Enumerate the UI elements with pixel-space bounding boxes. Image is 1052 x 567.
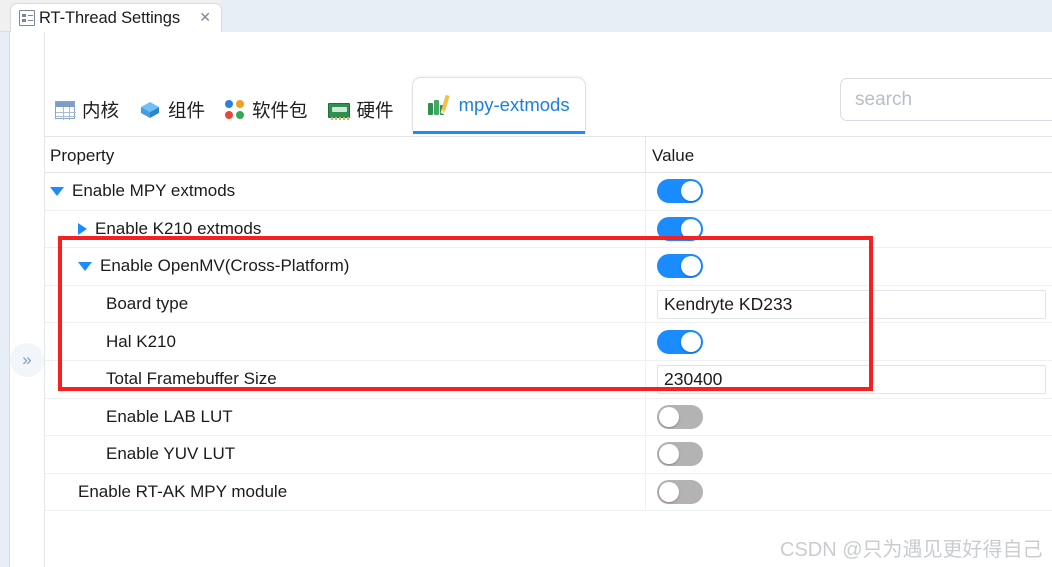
table-row[interactable]: Enable MPY extmods [45, 173, 1052, 211]
value-input[interactable]: 230400 [657, 364, 1046, 394]
editor-tab-strip: RT-Thread Settings ✕ [0, 0, 1052, 32]
collapsed-sidebar-rail [0, 32, 10, 567]
table-header: Property Value [45, 136, 1052, 174]
property-label: Total Framebuffer Size [106, 369, 277, 389]
property-label: Hal K210 [106, 331, 176, 351]
cube-icon [139, 100, 161, 120]
table-row[interactable]: Enable LAB LUT [45, 398, 1052, 437]
toggle-switch[interactable] [657, 179, 703, 204]
value-cell [646, 323, 1052, 360]
property-cell: Total Framebuffer Size [45, 361, 645, 398]
toggle-switch[interactable] [657, 216, 703, 241]
toggle-switch[interactable] [657, 254, 703, 279]
table-body: Enable MPY extmods Enable K210 extmods Ena… [45, 173, 1052, 512]
value-cell [646, 211, 1052, 248]
chevron-right-icon[interactable] [78, 222, 87, 235]
search-box[interactable] [840, 78, 1052, 121]
editor-tab-rt-thread-settings[interactable]: RT-Thread Settings ✕ [10, 3, 222, 32]
property-label: Enable LAB LUT [106, 406, 233, 426]
table-row[interactable]: Board type Kendryte KD233 [45, 285, 1052, 324]
chevron-down-icon[interactable] [50, 186, 64, 196]
watermark: CSDN @只为遇见更好得自己 [780, 539, 1043, 561]
property-cell: Board type [45, 286, 645, 323]
table-row[interactable]: Enable YUV LUT [45, 436, 1052, 474]
toggle-knob [681, 256, 701, 277]
category-tabs: 内核 组件 软件包 硬件 mpy-extmods [45, 77, 586, 134]
tab-hardware-label: 硬件 [356, 100, 394, 121]
toggle-switch[interactable] [657, 442, 703, 467]
property-cell: Hal K210 [45, 323, 645, 360]
tab-packages-label: 软件包 [252, 100, 308, 121]
property-cell: Enable MPY extmods [45, 173, 645, 210]
toggle-switch[interactable] [657, 329, 703, 354]
property-label: Enable YUV LUT [106, 444, 236, 464]
close-icon[interactable]: ✕ [197, 10, 213, 26]
toggle-knob [659, 406, 679, 427]
property-cell: Enable RT-AK MPY module [45, 474, 645, 511]
grid-icon [55, 101, 76, 120]
property-label: Enable K210 extmods [95, 218, 262, 238]
toggle-switch[interactable] [657, 404, 703, 429]
tab-hardware[interactable]: 硬件 [318, 88, 404, 132]
column-header-property: Property [50, 145, 115, 165]
value-cell [646, 474, 1052, 511]
value-cell [646, 436, 1052, 473]
value-cell: Kendryte KD233 [646, 286, 1052, 323]
property-label: Enable RT-AK MPY module [78, 482, 288, 502]
toggle-knob [659, 482, 679, 503]
expand-sidebar-icon[interactable]: » [10, 343, 44, 377]
property-cell: Enable OpenMV(Cross-Platform) [45, 248, 645, 285]
value-cell [646, 399, 1052, 436]
table-row[interactable]: Hal K210 [45, 323, 1052, 361]
property-label: Board type [106, 294, 189, 314]
value-input[interactable]: Kendryte KD233 [657, 289, 1046, 319]
tab-kernel[interactable]: 内核 [45, 88, 129, 132]
tab-mpy-extmods-label: mpy-extmods [458, 94, 570, 115]
toggle-knob [659, 444, 679, 465]
property-cell: Enable K210 extmods [45, 211, 645, 248]
property-cell: Enable YUV LUT [45, 436, 645, 473]
table-row[interactable]: Total Framebuffer Size 230400 [45, 360, 1052, 399]
toggle-knob [681, 331, 701, 352]
search-input[interactable] [855, 88, 1052, 111]
property-label: Enable OpenMV(Cross-Platform) [100, 256, 350, 276]
property-cell: Enable LAB LUT [45, 399, 645, 436]
table-row[interactable]: Enable K210 extmods [45, 210, 1052, 249]
tab-components[interactable]: 组件 [129, 88, 215, 132]
tab-mpy-extmods[interactable]: mpy-extmods [411, 77, 586, 134]
dots-icon [225, 100, 245, 120]
value-cell [646, 173, 1052, 210]
tab-kernel-label: 内核 [82, 100, 120, 121]
books-icon [427, 94, 452, 115]
board-icon [327, 102, 350, 120]
toggle-switch[interactable] [657, 480, 703, 505]
tab-strip-background [221, 0, 1052, 32]
chevron-down-icon[interactable] [78, 261, 92, 271]
toggle-knob [681, 181, 701, 202]
settings-table: Property Value Enable MPY extmods Enable … [45, 136, 1052, 567]
tab-components-label: 组件 [168, 100, 206, 121]
category-toolbar: 内核 组件 软件包 硬件 mpy-extmods search [45, 33, 1052, 136]
toggle-knob [681, 218, 701, 239]
column-separator[interactable] [645, 137, 646, 174]
table-row[interactable]: Enable OpenMV(Cross-Platform) [45, 248, 1052, 286]
value-cell [646, 248, 1052, 285]
property-label: Enable MPY extmods [72, 181, 236, 201]
table-row[interactable]: Enable RT-AK MPY module [45, 473, 1052, 512]
value-cell: 230400 [646, 361, 1052, 398]
column-header-value: Value [652, 145, 695, 165]
tab-packages[interactable]: 软件包 [215, 88, 318, 132]
properties-icon [19, 10, 35, 26]
settings-window: RT-Thread Settings ✕ » 内核 组件 软件包 硬件 mpy-… [0, 0, 1052, 567]
editor-tab-label: RT-Thread Settings [39, 8, 180, 27]
